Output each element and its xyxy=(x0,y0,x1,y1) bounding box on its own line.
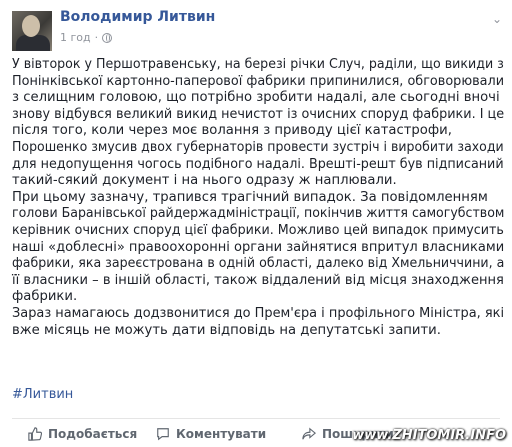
text-line: голови Баранівської райдержадміністрації… xyxy=(12,206,505,222)
facebook-post: Володимир Литвин 1 год · ⌄ У вівторок у … xyxy=(0,0,512,447)
avatar-suit xyxy=(16,35,50,51)
post-meta: 1 год · xyxy=(60,31,113,44)
text-line: такий-сякий документ і на нього одразу ж… xyxy=(12,173,397,189)
text-line: наші «доблесні» правоохоронні органи зай… xyxy=(12,239,505,255)
text-line: Порошенко змусив двох губернаторів прове… xyxy=(12,139,504,155)
text-line: її власники – в іншій області, також від… xyxy=(12,272,504,288)
share-icon xyxy=(302,427,316,440)
text-line: У вівторок у Першотравенську, на березі … xyxy=(12,57,504,72)
comment-icon xyxy=(157,428,169,441)
avatar-face xyxy=(22,15,40,37)
like-label: Подобається xyxy=(48,427,138,441)
text-line: вже місяць не можуть дати відповідь на д… xyxy=(12,322,441,338)
comment-button[interactable]: Коментувати xyxy=(156,427,286,441)
text-line: фабрики, яка зареєстрована в одній облас… xyxy=(12,256,505,272)
text-line: для недопущення чогось подібного надалі.… xyxy=(12,156,504,172)
text-line: знову відбувся великий викид нечистот із… xyxy=(12,106,505,122)
text-line: після того, коли через моє волання з при… xyxy=(12,123,452,139)
chevron-down-icon[interactable]: ⌄ xyxy=(492,12,502,26)
thumbs-up-icon xyxy=(28,427,42,441)
like-button[interactable]: Подобається xyxy=(28,427,140,441)
text-line: фабрики. xyxy=(12,289,78,305)
text-line: Понінківської картонно-паперової фабрики… xyxy=(12,73,505,89)
watermark: www.ZHITOMIR.INFO xyxy=(352,428,506,443)
divider xyxy=(12,418,500,419)
post-body: У вівторок у Першотравенську, на березі … xyxy=(12,57,504,339)
author-avatar[interactable] xyxy=(12,11,52,51)
globe-icon xyxy=(102,32,113,43)
hashtag-link[interactable]: #Литвин xyxy=(12,387,73,402)
author-name[interactable]: Володимир Литвин xyxy=(60,9,215,25)
text-line: При цьому зазначу, трапився трагічний ви… xyxy=(12,189,488,205)
text-line: Зараз намагаюсь додзвонитися до Прем'єра… xyxy=(12,305,505,321)
text-line: керівник очисних споруд цієї фабрики. Мо… xyxy=(12,222,504,238)
post-time[interactable]: 1 год xyxy=(60,31,91,44)
text-line: з селищним головою, що потрібно зробити … xyxy=(12,90,500,106)
comment-label: Коментувати xyxy=(176,427,267,441)
